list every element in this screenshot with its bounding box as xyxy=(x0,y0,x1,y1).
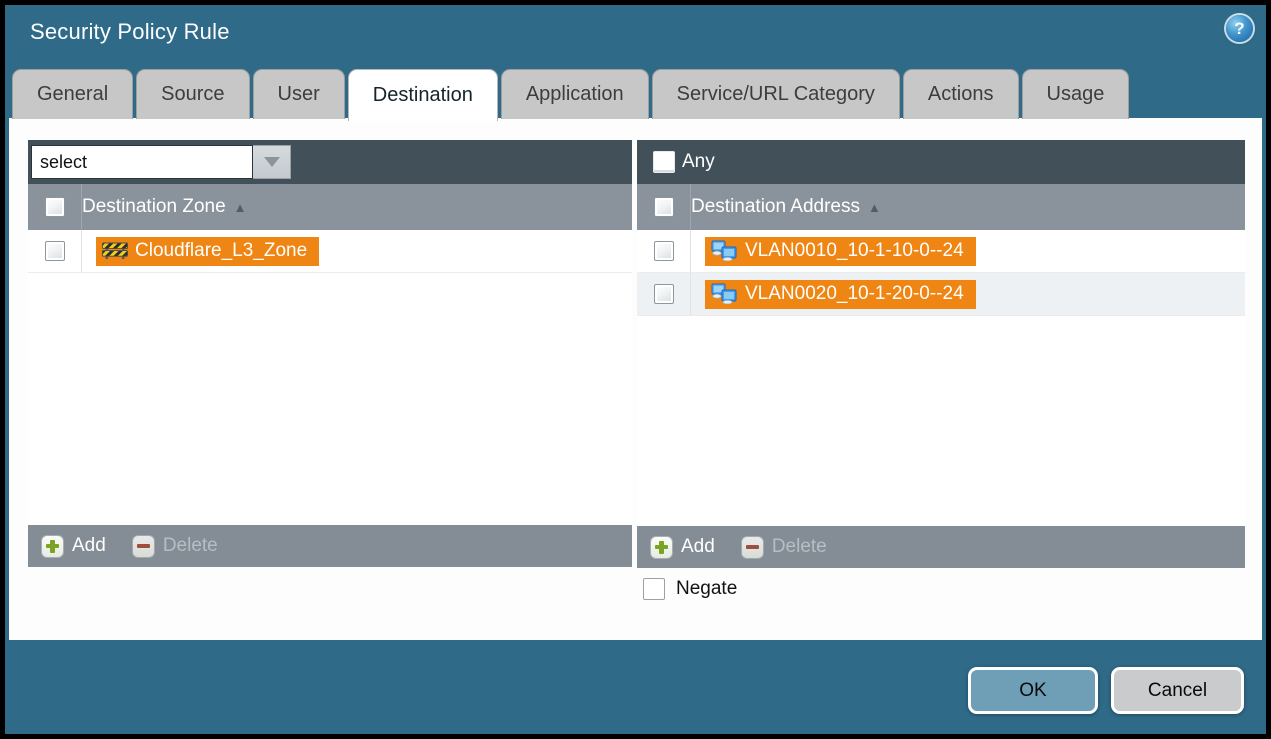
row-checkbox[interactable] xyxy=(45,241,65,261)
delete-icon xyxy=(741,536,764,559)
add-address-button[interactable]: Add xyxy=(650,536,715,559)
address-entry[interactable]: VLAN0020_10-1-20-0--24 xyxy=(705,280,976,309)
help-icon[interactable]: ? xyxy=(1226,15,1253,42)
add-icon xyxy=(41,535,64,558)
cancel-button[interactable]: Cancel xyxy=(1111,667,1244,714)
row-checkbox-cell xyxy=(637,230,691,272)
tab-actions[interactable]: Actions xyxy=(903,69,1019,119)
any-label[interactable]: Any xyxy=(682,151,715,173)
destination-tab-content: Destination Zone ▲ xyxy=(9,118,1262,640)
delete-icon xyxy=(132,535,155,558)
tab-general[interactable]: General xyxy=(12,69,133,119)
sort-asc-icon[interactable]: ▲ xyxy=(868,200,881,215)
address-entry[interactable]: VLAN0010_10-1-10-0--24 xyxy=(705,237,976,266)
zone-select-input[interactable] xyxy=(31,145,253,179)
network-icon xyxy=(711,240,738,261)
tab-application[interactable]: Application xyxy=(501,69,649,119)
add-icon xyxy=(650,536,673,559)
address-select-all-checkbox[interactable] xyxy=(654,197,674,217)
delete-zone-button[interactable]: Delete xyxy=(132,535,218,558)
destination-address-panel: Any Destination Address ▲ xyxy=(637,140,1245,568)
sort-asc-icon[interactable]: ▲ xyxy=(234,200,247,215)
table-row: Cloudflare_L3_Zone xyxy=(28,230,632,273)
zone-panel-header xyxy=(28,140,632,184)
zone-list: Cloudflare_L3_Zone xyxy=(28,230,632,525)
zone-column-header: Destination Zone ▲ xyxy=(28,184,632,230)
add-button-label: Add xyxy=(72,535,106,557)
address-column-label[interactable]: Destination Address xyxy=(691,196,860,218)
zone-entry[interactable]: Cloudflare_L3_Zone xyxy=(96,237,319,266)
add-zone-button[interactable]: Add xyxy=(41,535,106,558)
any-checkbox[interactable] xyxy=(653,151,675,173)
zone-entry-label: Cloudflare_L3_Zone xyxy=(135,240,307,262)
negate-checkbox[interactable] xyxy=(643,578,665,600)
address-panel-header: Any xyxy=(637,140,1245,184)
tab-source[interactable]: Source xyxy=(136,69,249,119)
add-button-label: Add xyxy=(681,536,715,558)
row-checkbox-cell xyxy=(637,273,691,315)
address-entry-label: VLAN0020_10-1-20-0--24 xyxy=(745,283,964,305)
destination-zone-panel: Destination Zone ▲ xyxy=(28,140,632,567)
address-entry-label: VLAN0010_10-1-10-0--24 xyxy=(745,240,964,262)
zone-select-dropdown-button[interactable] xyxy=(253,145,291,179)
address-select-all-cell xyxy=(637,184,691,230)
zone-select-combobox xyxy=(31,145,291,179)
row-checkbox-cell xyxy=(28,230,82,272)
zone-icon xyxy=(102,242,128,260)
tab-user[interactable]: User xyxy=(253,69,345,119)
chevron-down-icon xyxy=(264,157,280,167)
tab-bar: General Source User Destination Applicat… xyxy=(12,69,1132,121)
tab-usage[interactable]: Usage xyxy=(1022,69,1130,119)
tab-service-url-category[interactable]: Service/URL Category xyxy=(652,69,900,119)
table-row: VLAN0010_10-1-10-0--24 xyxy=(637,230,1245,273)
address-list: VLAN0010_10-1-10-0--24 xyxy=(637,230,1245,526)
negate-label: Negate xyxy=(676,578,737,600)
delete-address-button[interactable]: Delete xyxy=(741,536,827,559)
dialog-button-bar: OK Cancel xyxy=(968,667,1244,714)
zone-select-all-cell xyxy=(28,184,82,230)
dialog-title: Security Policy Rule xyxy=(30,19,230,45)
delete-button-label: Delete xyxy=(163,535,218,557)
zone-panel-footer: Add Delete xyxy=(28,525,632,567)
table-row: VLAN0020_10-1-20-0--24 xyxy=(637,273,1245,316)
security-policy-rule-dialog: Security Policy Rule ? General Source Us… xyxy=(0,0,1271,739)
row-checkbox[interactable] xyxy=(654,241,674,261)
delete-button-label: Delete xyxy=(772,536,827,558)
zone-column-label[interactable]: Destination Zone xyxy=(82,196,226,218)
negate-option: Negate xyxy=(643,578,737,600)
row-checkbox[interactable] xyxy=(654,284,674,304)
address-panel-footer: Add Delete xyxy=(637,526,1245,568)
network-icon xyxy=(711,283,738,304)
tab-destination[interactable]: Destination xyxy=(348,69,498,121)
zone-select-all-checkbox[interactable] xyxy=(45,197,65,217)
address-column-header: Destination Address ▲ xyxy=(637,184,1245,230)
ok-button[interactable]: OK xyxy=(968,667,1098,714)
